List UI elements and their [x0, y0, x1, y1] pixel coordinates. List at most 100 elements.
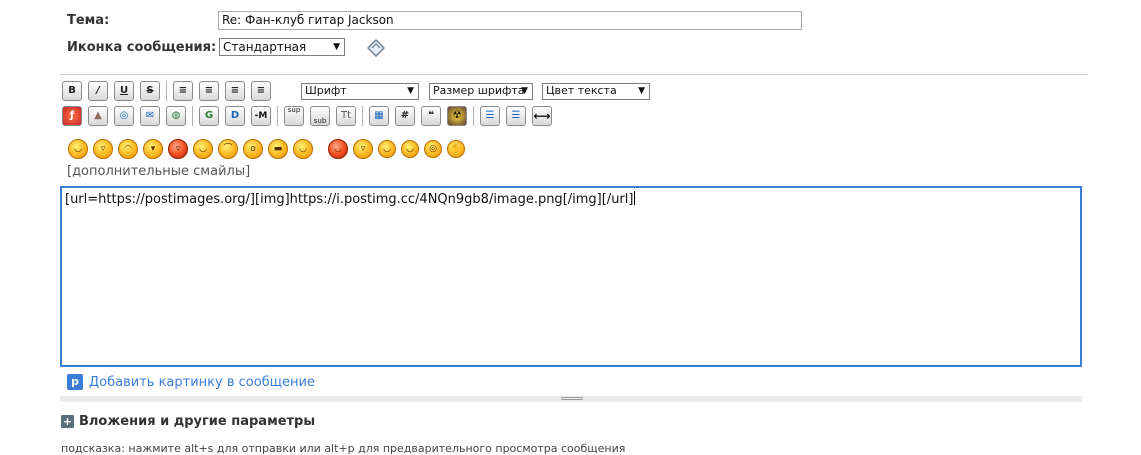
- subject-input[interactable]: Re: Фан-клуб гитар Jackson: [218, 11, 802, 30]
- message-textarea[interactable]: [url=https://postimages.org/][img]https:…: [60, 186, 1082, 367]
- attachments-options-toggle[interactable]: Вложения и другие параметры: [79, 414, 315, 429]
- spoiler-icon: ☢: [452, 110, 462, 121]
- toolbar-separator: [473, 106, 474, 126]
- message-icon-select[interactable]: Стандартная ▼: [219, 38, 345, 56]
- flash-button[interactable]: ƒ: [62, 106, 82, 126]
- image-icon: ▲: [94, 110, 102, 121]
- smiley-grin-icon[interactable]: ▿: [93, 139, 113, 159]
- image-button[interactable]: ▲: [88, 106, 108, 126]
- message-text: [url=https://postimages.org/][img]https:…: [65, 191, 636, 207]
- toolbar-row-2: ƒ ▲ ◎ ✉ ◍ G D -M sup sub Tt ▦ # ❝ ☢ ☰ ☰ ⟷: [62, 106, 552, 126]
- align-right-button[interactable]: ≡: [251, 81, 271, 101]
- align-left-button[interactable]: ≡: [173, 81, 193, 101]
- m-button[interactable]: -M: [251, 106, 271, 126]
- smiley-cool-icon[interactable]: ▬: [268, 139, 288, 159]
- hr-button[interactable]: ⟷: [532, 106, 552, 126]
- toolbar-separator: [166, 81, 167, 101]
- toolbar-row-1: B / U S ≡ ≡ ≡ ≡: [62, 81, 271, 101]
- keyboard-hint: подсказка: нажмите alt+s для отправки ил…: [61, 442, 626, 455]
- expand-plus-icon[interactable]: +: [61, 415, 74, 428]
- map-icon: ◍: [171, 110, 181, 121]
- hash-button[interactable]: #: [395, 106, 415, 126]
- smiley-hide-icon[interactable]: ✋: [447, 140, 465, 158]
- divider: [60, 74, 1088, 75]
- flash-icon: ƒ: [69, 110, 75, 121]
- smiley-angry-icon[interactable]: ▿: [168, 139, 188, 159]
- subscript-icon: sub: [313, 117, 327, 125]
- align-right-icon: ≡: [256, 85, 266, 96]
- align-left-icon: ≡: [178, 85, 188, 96]
- font-size-select[interactable]: Размер шрифта ▼: [429, 83, 533, 100]
- d-icon: D: [230, 110, 240, 121]
- m-icon: -M: [254, 110, 268, 121]
- tt-button[interactable]: Tt: [336, 106, 356, 126]
- align-justify-icon: ≡: [204, 85, 214, 96]
- message-icon-preview: [366, 38, 386, 58]
- link-button[interactable]: ◎: [114, 106, 134, 126]
- more-smileys-link[interactable]: [дополнительные смайлы]: [67, 164, 250, 179]
- quote-button[interactable]: ❝: [421, 106, 441, 126]
- google-button[interactable]: G: [199, 106, 219, 126]
- italic-icon: /: [96, 85, 100, 96]
- tt-icon: Tt: [340, 110, 352, 121]
- superscript-icon: sup: [287, 106, 301, 114]
- smiley-smirk-icon[interactable]: ◡: [378, 140, 396, 158]
- table-icon: ▦: [374, 110, 384, 121]
- hr-icon: ⟷: [533, 109, 551, 123]
- underline-icon: U: [119, 85, 129, 96]
- chevron-down-icon: ▼: [638, 86, 645, 96]
- smiley-bar: ◡ ▿ ◠ ▾ ▿ ◡ ⌒ o ▬ ◡ ◡ ▿ ◡ ◡ ◎ ✋: [68, 139, 465, 159]
- smiley-eyes-icon[interactable]: ◡: [401, 140, 419, 158]
- smiley-shock-icon[interactable]: o: [243, 139, 263, 159]
- strikethrough-button[interactable]: S: [140, 81, 160, 101]
- subject-label: Тема:: [67, 13, 110, 28]
- bold-icon: B: [68, 85, 76, 96]
- font-select-value: Шрифт: [305, 84, 347, 97]
- spoiler-button[interactable]: ☢: [447, 106, 467, 126]
- smiley-dizzy-icon[interactable]: ◎: [424, 140, 442, 158]
- table-button[interactable]: ▦: [369, 106, 389, 126]
- font-size-select-value: Размер шрифта: [433, 84, 525, 97]
- email-icon: ✉: [145, 110, 155, 121]
- smiley-crazy-icon[interactable]: ▿: [353, 139, 373, 159]
- smiley-happy-icon[interactable]: ◡: [193, 139, 213, 159]
- text-color-select[interactable]: Цвет текста ▼: [542, 83, 650, 100]
- font-select[interactable]: Шрифт ▼: [301, 83, 419, 100]
- bold-button[interactable]: B: [62, 81, 82, 101]
- hash-icon: #: [400, 110, 410, 121]
- resize-grip-icon[interactable]: [561, 397, 583, 400]
- bulleted-list-button[interactable]: ☰: [480, 106, 500, 126]
- toolbar-separator: [362, 106, 363, 126]
- subscript-button[interactable]: sub: [310, 106, 330, 126]
- postimage-icon[interactable]: p: [67, 374, 83, 390]
- quote-icon: ❝: [428, 110, 434, 121]
- smiley-sad-icon[interactable]: ⌒: [218, 139, 238, 159]
- smiley-tongue-out-icon[interactable]: ◡: [328, 139, 348, 159]
- smiley-wink-icon[interactable]: ◠: [118, 139, 138, 159]
- message-icon-select-value: Стандартная: [223, 40, 307, 54]
- chevron-down-icon: ▼: [407, 86, 414, 96]
- toolbar-separator: [277, 106, 278, 126]
- google-icon: G: [204, 110, 214, 121]
- chevron-down-icon: ▼: [333, 42, 340, 52]
- toolbar-separator: [192, 106, 193, 126]
- italic-button[interactable]: /: [88, 81, 108, 101]
- numbered-list-button[interactable]: ☰: [506, 106, 526, 126]
- strikethrough-icon: S: [146, 85, 154, 96]
- numbered-list-icon: ☰: [511, 110, 521, 121]
- align-center-button[interactable]: ≡: [225, 81, 245, 101]
- d-button[interactable]: D: [225, 106, 245, 126]
- link-icon: ◎: [119, 110, 129, 121]
- smiley-smile-icon[interactable]: ◡: [68, 139, 88, 159]
- map-button[interactable]: ◍: [166, 106, 186, 126]
- smiley-laugh-icon[interactable]: ▾: [143, 139, 163, 159]
- bulleted-list-icon: ☰: [485, 110, 495, 121]
- add-image-link[interactable]: Добавить картинку в сообщение: [89, 375, 315, 390]
- underline-button[interactable]: U: [114, 81, 134, 101]
- superscript-button[interactable]: sup: [284, 106, 304, 126]
- email-button[interactable]: ✉: [140, 106, 160, 126]
- smiley-wave-icon[interactable]: ◡: [293, 139, 313, 159]
- chevron-down-icon: ▼: [521, 86, 528, 96]
- text-caret: [634, 191, 636, 205]
- align-justify-button[interactable]: ≡: [199, 81, 219, 101]
